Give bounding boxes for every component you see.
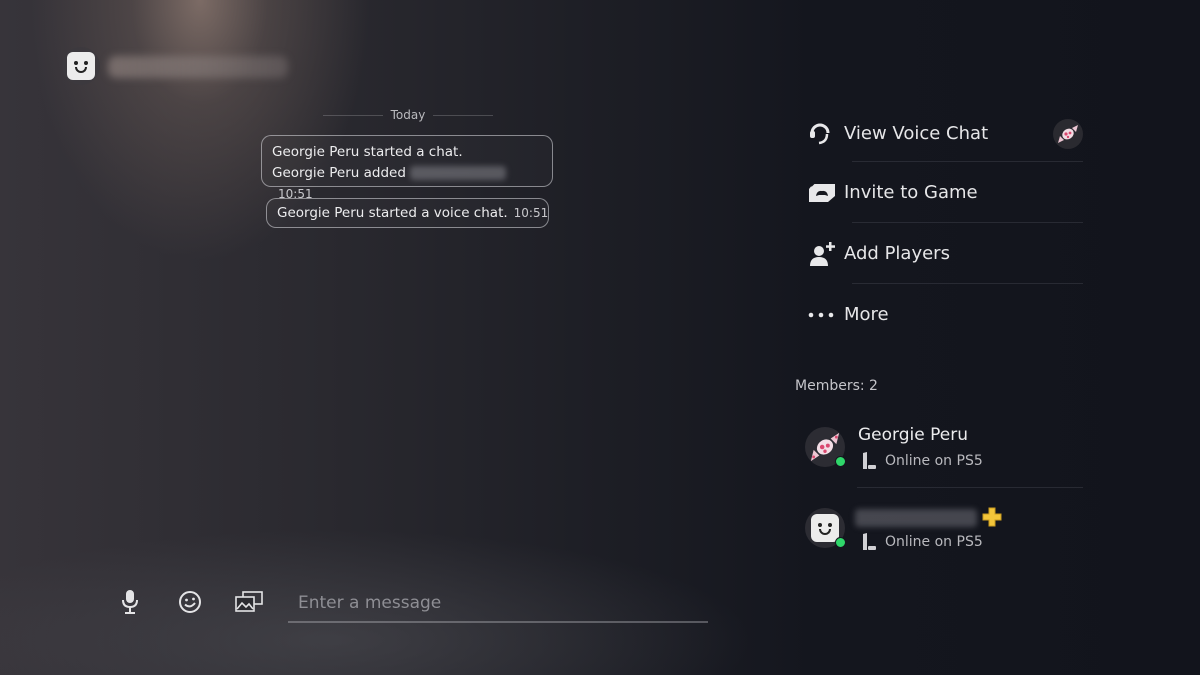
member-name: Georgie Peru xyxy=(858,425,968,445)
microphone-button[interactable] xyxy=(115,587,145,617)
voice-participant-avatar xyxy=(1053,119,1083,149)
members-count: Members: 2 xyxy=(795,378,878,394)
media-icon xyxy=(235,591,263,612)
candy-icon xyxy=(1058,125,1078,143)
member-status: Online on PS5 xyxy=(861,452,983,470)
emoji-button[interactable] xyxy=(175,587,205,617)
message-line: Georgie Peru started a chat. xyxy=(272,144,463,160)
message-text: Georgie Peru started a voice chat. xyxy=(277,205,508,221)
ps-plus-icon xyxy=(982,507,1002,527)
menu-item-invite-to-game[interactable]: Invite to Game xyxy=(800,162,1083,223)
menu-label: View Voice Chat xyxy=(844,122,989,144)
message-time: 10:51 xyxy=(513,206,549,220)
media-button[interactable] xyxy=(234,587,264,617)
microphone-icon xyxy=(122,590,138,614)
date-label: Today xyxy=(390,108,426,122)
group-name-redacted xyxy=(108,56,288,78)
menu-label: Invite to Game xyxy=(844,182,978,203)
member-name-redacted xyxy=(855,509,977,527)
message-line: Georgie Peru added xyxy=(272,165,406,181)
group-avatar xyxy=(62,47,100,85)
online-status-dot xyxy=(835,537,846,548)
more-dots-icon xyxy=(808,312,834,317)
member-row[interactable]: Georgie Peru Online on PS5 xyxy=(805,420,1083,490)
chat-actions-menu: View Voice Chat Invite to Game Add Playe… xyxy=(800,104,1083,345)
bot-face-icon xyxy=(811,514,839,542)
emoji-icon xyxy=(179,591,201,613)
invite-game-icon xyxy=(809,182,835,203)
system-message: Georgie Peru started a voice chat. 10:51 xyxy=(266,198,549,228)
member-status: Online on PS5 xyxy=(861,533,983,551)
member-row[interactable]: Online on PS5 xyxy=(805,501,1083,571)
menu-item-view-voice-chat[interactable]: View Voice Chat xyxy=(800,104,1083,162)
ps5-console-icon xyxy=(863,533,876,550)
menu-label: Add Players xyxy=(844,243,950,264)
redacted-username xyxy=(409,166,506,180)
member-status-text: Online on PS5 xyxy=(885,534,983,550)
date-separator: Today xyxy=(323,108,493,122)
system-message: Georgie Peru started a chat. Georgie Per… xyxy=(261,135,553,201)
headset-icon xyxy=(810,123,830,145)
ps5-console-icon xyxy=(863,452,876,469)
online-status-dot xyxy=(835,456,846,467)
member-status-text: Online on PS5 xyxy=(885,453,983,469)
menu-label: More xyxy=(844,304,889,325)
message-input[interactable] xyxy=(288,585,708,623)
menu-item-add-players[interactable]: Add Players xyxy=(800,223,1083,284)
divider xyxy=(857,487,1083,488)
bot-face-icon xyxy=(67,52,95,80)
menu-item-more[interactable]: More xyxy=(800,284,1083,345)
add-player-icon xyxy=(810,241,835,266)
